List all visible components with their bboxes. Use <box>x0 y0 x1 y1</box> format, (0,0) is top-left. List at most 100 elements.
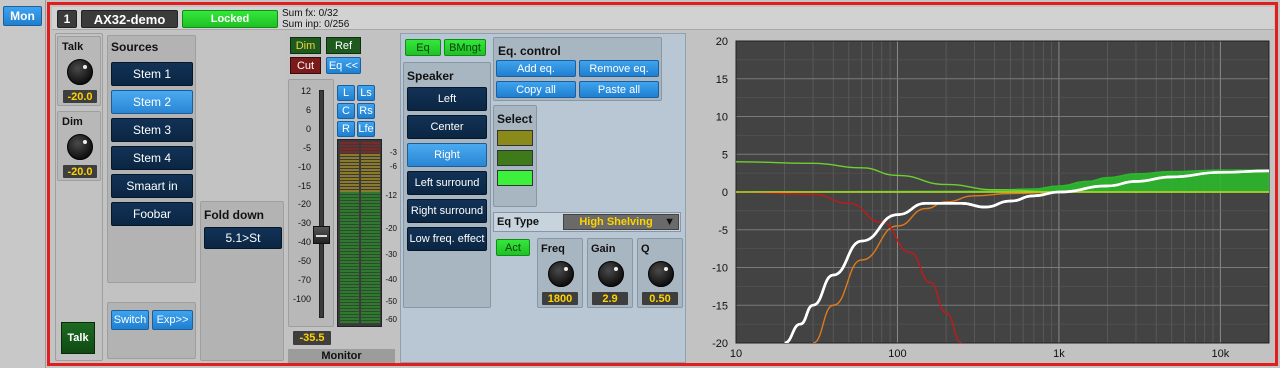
source-item[interactable]: Foobar <box>111 202 193 226</box>
meter-scale-label: -50 <box>385 296 397 306</box>
speaker-toggle[interactable]: L <box>337 85 355 101</box>
ref-button[interactable]: Ref <box>326 37 361 54</box>
dim-knob[interactable] <box>67 134 93 160</box>
q-panel: Q 0.50 <box>637 238 683 308</box>
lock-status-label: Locked <box>210 13 250 25</box>
cut-button-label: Cut <box>296 59 315 72</box>
dim-panel: Dim -20.0 <box>57 111 101 181</box>
paste-all-button[interactable]: Paste all <box>579 81 659 98</box>
fold-down-select[interactable]: 5.1>St <box>204 227 282 249</box>
eq-select-swatch[interactable] <box>497 170 533 186</box>
q-title: Q <box>641 243 650 255</box>
talk-dim-column: Talk -20.0 Dim -20.0 Talk <box>55 33 103 361</box>
eq-collapse-button[interactable]: Eq << <box>326 57 361 74</box>
mon-button[interactable]: Mon <box>3 6 42 26</box>
dim-value: -20.0 <box>63 165 97 178</box>
dim-title: Dim <box>62 116 83 128</box>
talk-knob[interactable] <box>67 59 93 85</box>
speaker-toggle-label: Lfe <box>358 123 374 135</box>
device-name[interactable]: AX32-demo <box>81 10 178 28</box>
talk-panel: Talk -20.0 <box>57 36 101 106</box>
y-tick-label: -20 <box>712 338 728 350</box>
bmngt-tab[interactable]: BMngt <box>444 39 486 56</box>
fader-value: -35.5 <box>293 331 331 345</box>
freq-knob[interactable] <box>548 261 574 287</box>
copy-all-label: Copy all <box>516 83 556 96</box>
x-tick-label: 10 <box>730 348 742 360</box>
speaker-item[interactable]: Right <box>407 143 487 167</box>
speaker-toggle[interactable]: R <box>337 121 355 137</box>
add-eq-button[interactable]: Add eq. <box>496 60 576 77</box>
q-knob[interactable] <box>648 261 674 287</box>
speaker-toggle[interactable]: C <box>337 103 355 119</box>
speaker-item-label: Low freq. effect <box>409 233 485 245</box>
y-tick-label: 15 <box>716 74 728 86</box>
source-item[interactable]: Smaart in <box>111 174 193 198</box>
exp-button[interactable]: Exp>> <box>152 310 193 330</box>
eq-tab[interactable]: Eq <box>405 39 441 56</box>
eq-control-panel: Eq. control Add eq. Remove eq. Copy all … <box>493 37 662 101</box>
header-bar: 1 AX32-demo Locked Sum fx: 0/32 Sum inp:… <box>52 7 1274 30</box>
speaker-item[interactable]: Low freq. effect <box>407 227 487 251</box>
device-name-label: AX32-demo <box>93 11 166 27</box>
fader-scale-label: -100 <box>292 294 311 304</box>
source-item[interactable]: Stem 4 <box>111 146 193 170</box>
channel-number[interactable]: 1 <box>57 10 77 28</box>
talk-button[interactable]: Talk <box>61 322 95 354</box>
freq-value: 1800 <box>542 292 578 305</box>
eq-panel: Eq BMngt Speaker Left Center Right Left sur… <box>400 33 686 363</box>
eq-type-label: Eq Type <box>497 216 539 228</box>
gain-knob[interactable] <box>598 261 624 287</box>
dim-button[interactable]: Dim <box>290 37 321 54</box>
speaker-item[interactable]: Left surround <box>407 171 487 195</box>
eq-type-row: Eq Type High Shelving ▼ <box>493 212 681 232</box>
fader-scale-label: -15 <box>297 180 311 191</box>
lock-status-button[interactable]: Locked <box>182 10 278 28</box>
talk-button-label: Talk <box>67 332 89 344</box>
copy-all-button[interactable]: Copy all <box>496 81 576 98</box>
meter-scale-label: -12 <box>385 191 397 201</box>
meter-left <box>340 142 359 324</box>
speaker-toggle[interactable]: Rs <box>357 103 375 119</box>
eq-select-swatch[interactable] <box>497 130 533 146</box>
x-tick-label: 100 <box>888 348 906 360</box>
fader-scale-label: -20 <box>297 199 311 210</box>
speaker-toggle-label: C <box>342 105 350 117</box>
eq-type-dropdown[interactable]: High Shelving ▼ <box>563 214 679 230</box>
speaker-toggle[interactable]: Ls <box>357 85 375 101</box>
fader-handle[interactable] <box>313 225 330 244</box>
paste-all-label: Paste all <box>597 83 641 96</box>
fader-area: 12 6 0 -5 -10 -15 -20 -30 -40 -50 -70 -100 <box>288 79 334 327</box>
remove-eq-button[interactable]: Remove eq. <box>579 60 659 77</box>
speaker-item[interactable]: Left <box>407 87 487 111</box>
source-item[interactable]: Stem 1 <box>111 62 193 86</box>
fader-scale-label: 12 <box>300 86 311 96</box>
cut-button[interactable]: Cut <box>290 57 321 74</box>
channel-number-label: 1 <box>63 12 71 26</box>
speaker-toggle[interactable]: Lfe <box>357 121 375 137</box>
source-item-label: Stem 4 <box>132 151 171 165</box>
remove-eq-label: Remove eq. <box>589 62 649 75</box>
meter-scale-label: -6 <box>389 162 397 172</box>
add-eq-label: Add eq. <box>517 62 555 75</box>
meter-scale-label: -20 <box>385 224 397 234</box>
speaker-item-label: Left surround <box>414 177 480 189</box>
speaker-item[interactable]: Right surround <box>407 199 487 223</box>
fader-scale-label: -10 <box>297 161 311 172</box>
meter-scale-label: -40 <box>385 275 397 285</box>
meter-scale-label: -60 <box>385 315 397 325</box>
eq-select-swatch[interactable] <box>497 150 533 166</box>
eq-control-title: Eq. control <box>498 44 561 58</box>
source-item-label: Stem 1 <box>132 67 171 81</box>
source-item[interactable]: Stem 3 <box>111 118 193 142</box>
act-button[interactable]: Act <box>496 239 530 256</box>
eq-response-chart[interactable]: 20151050-5-10-15-2010 100 1k 10k <box>686 33 1273 363</box>
source-item[interactable]: Stem 2 <box>111 90 193 114</box>
sources-panel: Sources Stem 1 Stem 2 Stem 3 Stem 4 Smaart i… <box>107 35 196 283</box>
switch-button[interactable]: Switch <box>111 310 149 330</box>
act-label: Act <box>505 241 521 254</box>
speaker-item[interactable]: Center <box>407 115 487 139</box>
sum-inp: Sum inp: 0/256 <box>282 19 350 30</box>
fader-track <box>319 90 324 318</box>
source-item-label: Foobar <box>132 207 172 221</box>
